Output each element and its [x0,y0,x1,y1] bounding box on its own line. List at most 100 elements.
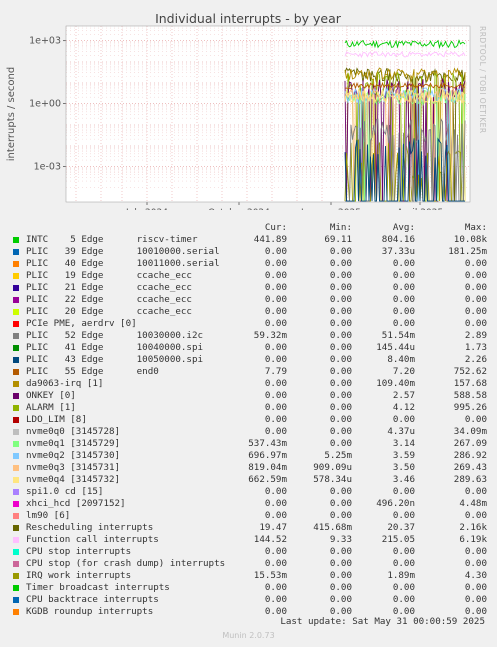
legend-value-min: 0.00 [329,402,352,413]
legend-value-cur: 0.00 [264,546,287,557]
legend-value-min: 9.33 [329,534,352,545]
legend-value-max: 0.00 [464,270,487,281]
legend-value-cur: 662.59m [248,474,287,485]
legend-value-cur: 0.00 [264,246,287,257]
legend-swatch [13,249,19,255]
legend-value-min: 0.00 [329,570,352,581]
legend-swatch [13,393,19,399]
legend-value-max: 0.00 [464,282,487,293]
legend-value-min: 909.09u [313,462,352,473]
legend-series-name: PLIC 43 Edge 10050000.spi [26,354,204,365]
legend-value-avg: 7.20 [392,366,415,377]
legend-swatch [13,513,19,519]
legend-value-avg: 3.46 [392,474,415,485]
legend-value-max: 1.73 [464,342,487,353]
legend-value-max: 0.00 [464,294,487,305]
legend-series-name: PLIC 52 Edge 10030000.i2c [26,330,204,341]
legend-value-cur: 144.52 [253,534,287,545]
legend-value-avg: 4.37u [387,426,415,437]
legend-value-max: 0.00 [464,258,487,269]
legend-swatch [13,501,19,507]
legend-value-avg: 8.40m [387,354,415,365]
legend-row: ONKEY [0] 0.00 0.00 2.57 588.58 [12,390,490,402]
legend-swatch [13,261,19,267]
legend-row: nvme0q3 [3145731] 819.04m 909.09u 3.50 269.4… [12,462,490,474]
legend-series-name: Function call interrupts [26,534,159,545]
legend-series-name: PLIC 22 Edge ccache_ecc [26,294,192,305]
legend-value-avg: 3.59 [392,450,415,461]
legend-value-avg: 3.14 [392,438,415,449]
legend-series-name: PLIC 41 Edge 10040000.spi [26,342,204,353]
col-max-header: Max: [464,222,487,233]
legend-value-cur: 537.43m [248,438,287,449]
legend-swatch [13,573,19,579]
legend-series-name: da9063-irq [1] [26,378,104,389]
legend-value-max: 995.26 [453,402,487,413]
legend-value-max: 10.08k [453,234,487,245]
col-avg-header: Avg: [392,222,415,233]
legend-value-avg: 0.00 [392,306,415,317]
legend-value-cur: 0.00 [264,390,287,401]
legend-row: IRQ work interrupts 15.53m 0.00 1.89m 4.30 [12,570,490,582]
legend-value-min: 0.00 [329,582,352,593]
legend-value-cur: 0.00 [264,258,287,269]
legend-value-avg: 215.05 [381,534,415,545]
legend-value-max: 0.00 [464,414,487,425]
legend-swatch [13,309,19,315]
legend-row: ALARM [1] 0.00 0.00 4.12 995.26 [12,402,490,414]
legend-row: PLIC 41 Edge 10040000.spi 0.00 0.00 145.44u… [12,342,490,354]
legend-value-avg: 804.16 [381,234,415,245]
legend-value-min: 0.00 [329,558,352,569]
legend-swatch [13,345,19,351]
legend-value-max: 752.62 [453,366,487,377]
legend-value-min: 415.68m [313,522,352,533]
legend-swatch [13,585,19,591]
legend-series-name: PLIC 55 Edge end0 [26,366,159,377]
legend-value-max: 2.16k [459,522,487,533]
legend-value-avg: 0.00 [392,282,415,293]
legend-value-cur: 819.04m [248,462,287,473]
legend-series-name: lm90 [6] [26,510,71,521]
legend-series-name: Timer broadcast interrupts [26,582,170,593]
legend-swatch [13,237,19,243]
legend-value-cur: 0.00 [264,426,287,437]
legend-value-min: 0.00 [329,318,352,329]
legend-series-name: ALARM [1] [26,402,76,413]
legend-value-cur: 696.97m [248,450,287,461]
legend-series-name: PLIC 39 Edge 10010000.serial [26,246,220,257]
legend-series-name: INTC 5 Edge riscv-timer [26,234,198,245]
legend-series-name: IRQ work interrupts [26,570,132,581]
legend-value-max: 4.30 [464,570,487,581]
legend-series-name: CPU stop (for crash dump) interrupts [26,558,226,569]
legend-row: Rescheduling interrupts 19.47 415.68m 20.37… [12,522,490,534]
legend-row: PLIC 22 Edge ccache_ecc 0.00 0.00 0.00 0.00 [12,294,490,306]
legend-value-cur: 0.00 [264,282,287,293]
legend-series-name: PLIC 19 Edge ccache_ecc [26,270,192,281]
legend-swatch [13,273,19,279]
legend-value-min: 0.00 [329,594,352,605]
legend-series-name: xhci_hcd [2097152] [26,498,126,509]
legend-value-max: 0.00 [464,486,487,497]
legend-value-cur: 0.00 [264,402,287,413]
legend-value-max: 0.00 [464,582,487,593]
legend-value-min: 0.00 [329,282,352,293]
legend-swatch [13,525,19,531]
legend-value-max: 2.26 [464,354,487,365]
legend-value-max: 0.00 [464,318,487,329]
x-tick-label: January 2025 [300,208,361,210]
legend-value-max: 286.92 [453,450,487,461]
legend-value-min: 0.00 [329,510,352,521]
legend-value-max: 6.19k [459,534,487,545]
legend-value-min: 0.00 [329,258,352,269]
legend-row: nvme0q1 [3145729] 537.43m 0.00 3.14 267.09 [12,438,490,450]
legend-value-avg: 0.00 [392,486,415,497]
legend-value-min: 0.00 [329,330,352,341]
legend-value-max: 0.00 [464,558,487,569]
chart-title: Individual interrupts - by year [155,11,342,26]
legend-swatch [13,405,19,411]
legend-value-min: 0.00 [329,546,352,557]
legend-value-max: 0.00 [464,306,487,317]
legend-value-cur: 0.00 [264,270,287,281]
legend-swatch [13,549,19,555]
col-cur-header: Cur: [264,222,287,233]
